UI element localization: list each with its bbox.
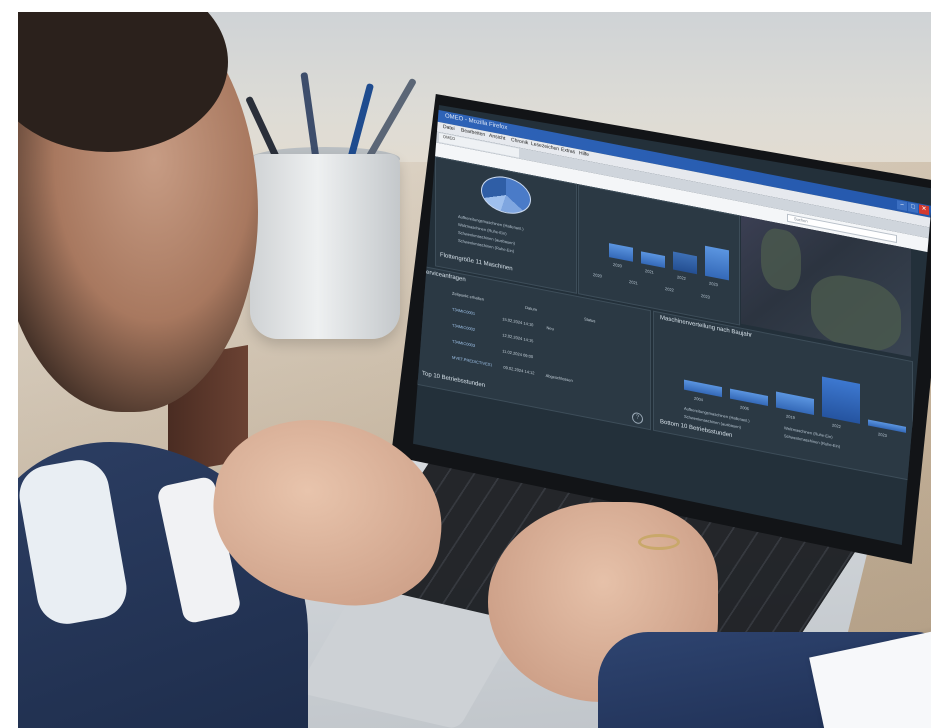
menu-file[interactable]: Datei [443, 124, 455, 132]
help-icon[interactable]: ? [632, 411, 643, 425]
bar-year-label: 2021 [645, 268, 654, 275]
bar [868, 419, 906, 433]
menu-view[interactable]: Ansicht [489, 133, 505, 142]
bar [641, 251, 665, 268]
bar [684, 379, 722, 398]
row-status: Neu [546, 324, 554, 332]
pen-cup [250, 154, 400, 339]
bar-legend-item: 2021 [629, 278, 638, 286]
row-id[interactable]: T34MIC0001 [452, 307, 475, 316]
bar [776, 391, 814, 415]
maximize-button[interactable]: □ [908, 202, 918, 214]
row-date: 15.02.2024 14:10 [502, 316, 534, 328]
distribution-year: 2023 [878, 431, 887, 439]
row-date: 11.02.2024 09:00 [502, 348, 534, 360]
column-header: Datum [525, 304, 537, 313]
distribution-year: 2006 [740, 404, 749, 412]
bar [822, 376, 860, 424]
row-id[interactable]: MVET.PREDICTIVE01 [452, 355, 492, 368]
distribution-year: 2022 [832, 422, 841, 430]
row-id[interactable]: T34MIC0002 [452, 323, 475, 332]
menu-tools[interactable]: Extras [561, 147, 575, 156]
distribution-year: 2004 [694, 395, 703, 403]
bar-legend-item: 2020 [593, 271, 602, 279]
row-id[interactable]: T34MIC0003 [452, 339, 475, 348]
close-button[interactable]: ✕ [919, 204, 929, 216]
menu-history[interactable]: Chronik [511, 137, 528, 146]
row-status: Abgeschlossen [545, 372, 573, 384]
bar-legend-item: 2023 [701, 292, 710, 300]
photo-scene: OMEO - Mozilla Firefox – □ ✕ Datei Bearb… [18, 12, 931, 728]
distribution-year: 2019 [786, 413, 795, 421]
bar [705, 245, 729, 281]
map-landmass [761, 225, 801, 294]
menu-help[interactable]: Hilfe [579, 150, 589, 158]
panel-top10-title: Top 10 Betriebsstunden [422, 370, 486, 390]
bar [730, 388, 768, 407]
row-date: 09.02.2024 14:12 [503, 364, 535, 376]
bar-year-label: 2023 [709, 280, 718, 288]
bar-year-label: 2020 [613, 261, 622, 269]
bar-year-label: 2022 [677, 274, 686, 282]
column-header: Status [584, 316, 596, 324]
bar-legend-item: 2022 [665, 285, 674, 293]
fleet-pie-chart [481, 172, 531, 218]
column-header: Zeitpunkt erhalten [452, 290, 485, 302]
bar [673, 251, 697, 275]
row-date: 12.02.2024 14:15 [502, 332, 534, 344]
panel-fleet-title: Flottengröße 11 Maschinen [440, 252, 513, 273]
wedding-ring [638, 534, 680, 550]
minimize-button[interactable]: – [897, 200, 907, 212]
bar [609, 243, 633, 262]
